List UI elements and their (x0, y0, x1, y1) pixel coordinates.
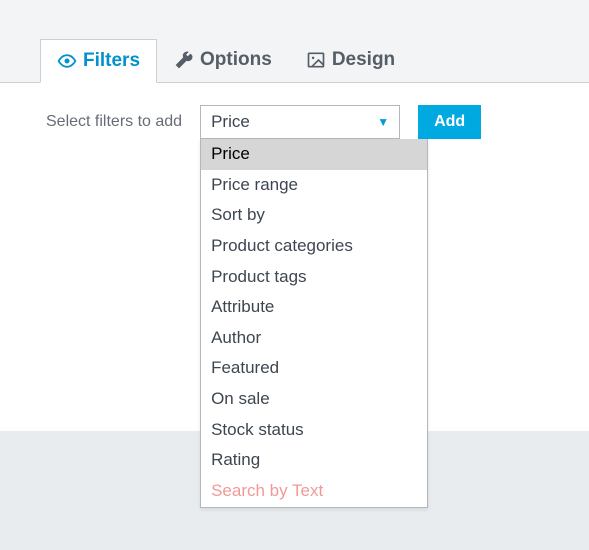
filter-option[interactable]: On sale (201, 384, 427, 415)
filter-select-dropdown[interactable]: PricePrice rangeSort byProduct categorie… (200, 139, 428, 508)
filter-option[interactable]: Price range (201, 170, 427, 201)
tab-bar: Filters Options Design (0, 0, 589, 83)
filter-option[interactable]: Product tags (201, 262, 427, 293)
filter-option: Search by Text (201, 476, 427, 507)
eye-icon (57, 51, 77, 71)
select-filters-label: Select filters to add (46, 113, 182, 131)
add-button[interactable]: Add (418, 105, 481, 139)
filter-option[interactable]: Product categories (201, 231, 427, 262)
filter-option[interactable]: Rating (201, 445, 427, 476)
tab-options[interactable]: Options (157, 38, 289, 82)
filter-option[interactable]: Stock status (201, 415, 427, 446)
image-icon (306, 50, 326, 70)
filter-select-value: Price (211, 112, 250, 132)
tab-options-label: Options (200, 49, 272, 71)
page-root: Filters Options Design (0, 0, 589, 550)
filter-option[interactable]: Price (201, 139, 427, 170)
wrench-icon (174, 50, 194, 70)
filter-option[interactable]: Attribute (201, 292, 427, 323)
filter-option[interactable]: Author (201, 323, 427, 354)
chevron-down-icon: ▼ (377, 115, 389, 129)
tab-design-label: Design (332, 49, 395, 71)
tab-filters-label: Filters (83, 50, 140, 72)
filters-panel: Select filters to add Price ▼ PricePrice… (0, 83, 589, 431)
tab-design[interactable]: Design (289, 38, 412, 82)
filter-select[interactable]: Price ▼ (200, 105, 400, 139)
filter-option[interactable]: Sort by (201, 200, 427, 231)
tab-filters[interactable]: Filters (40, 39, 157, 83)
filter-option[interactable]: Featured (201, 353, 427, 384)
